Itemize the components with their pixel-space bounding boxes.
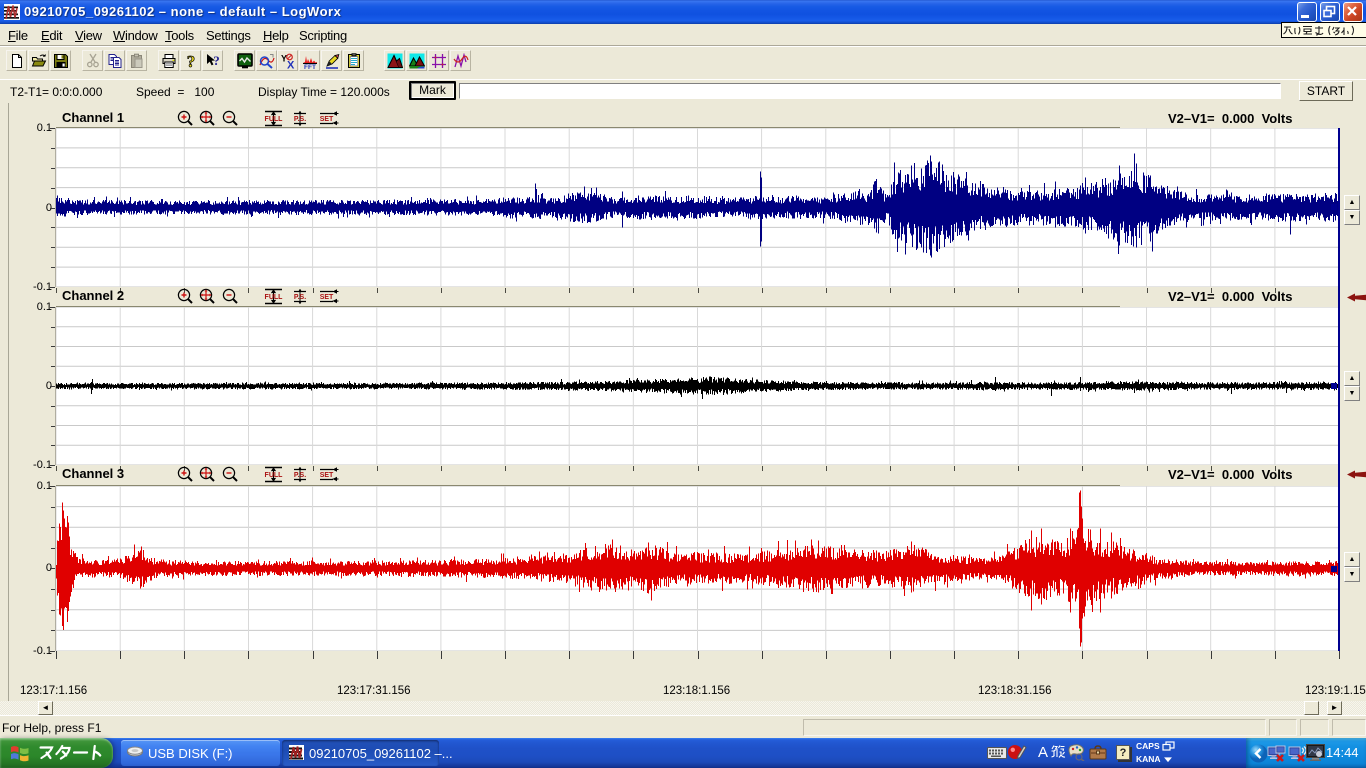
svg-text:?: ? xyxy=(187,53,196,69)
svg-text:SET: SET xyxy=(320,472,334,479)
svg-text:FFT: FFT xyxy=(304,64,316,69)
svg-text:FULL: FULL xyxy=(265,294,283,301)
svg-text:P.S.: P.S. xyxy=(294,472,306,479)
svg-text:FULL: FULL xyxy=(265,116,283,123)
svg-text:P.S.: P.S. xyxy=(294,294,306,301)
svg-text:FULL: FULL xyxy=(265,472,283,479)
svg-text:?: ? xyxy=(213,53,220,68)
svg-text:X: X xyxy=(287,60,295,70)
svg-text:SET: SET xyxy=(320,116,334,123)
svg-text:SET: SET xyxy=(320,294,334,301)
svg-text:P.S.: P.S. xyxy=(294,116,306,123)
